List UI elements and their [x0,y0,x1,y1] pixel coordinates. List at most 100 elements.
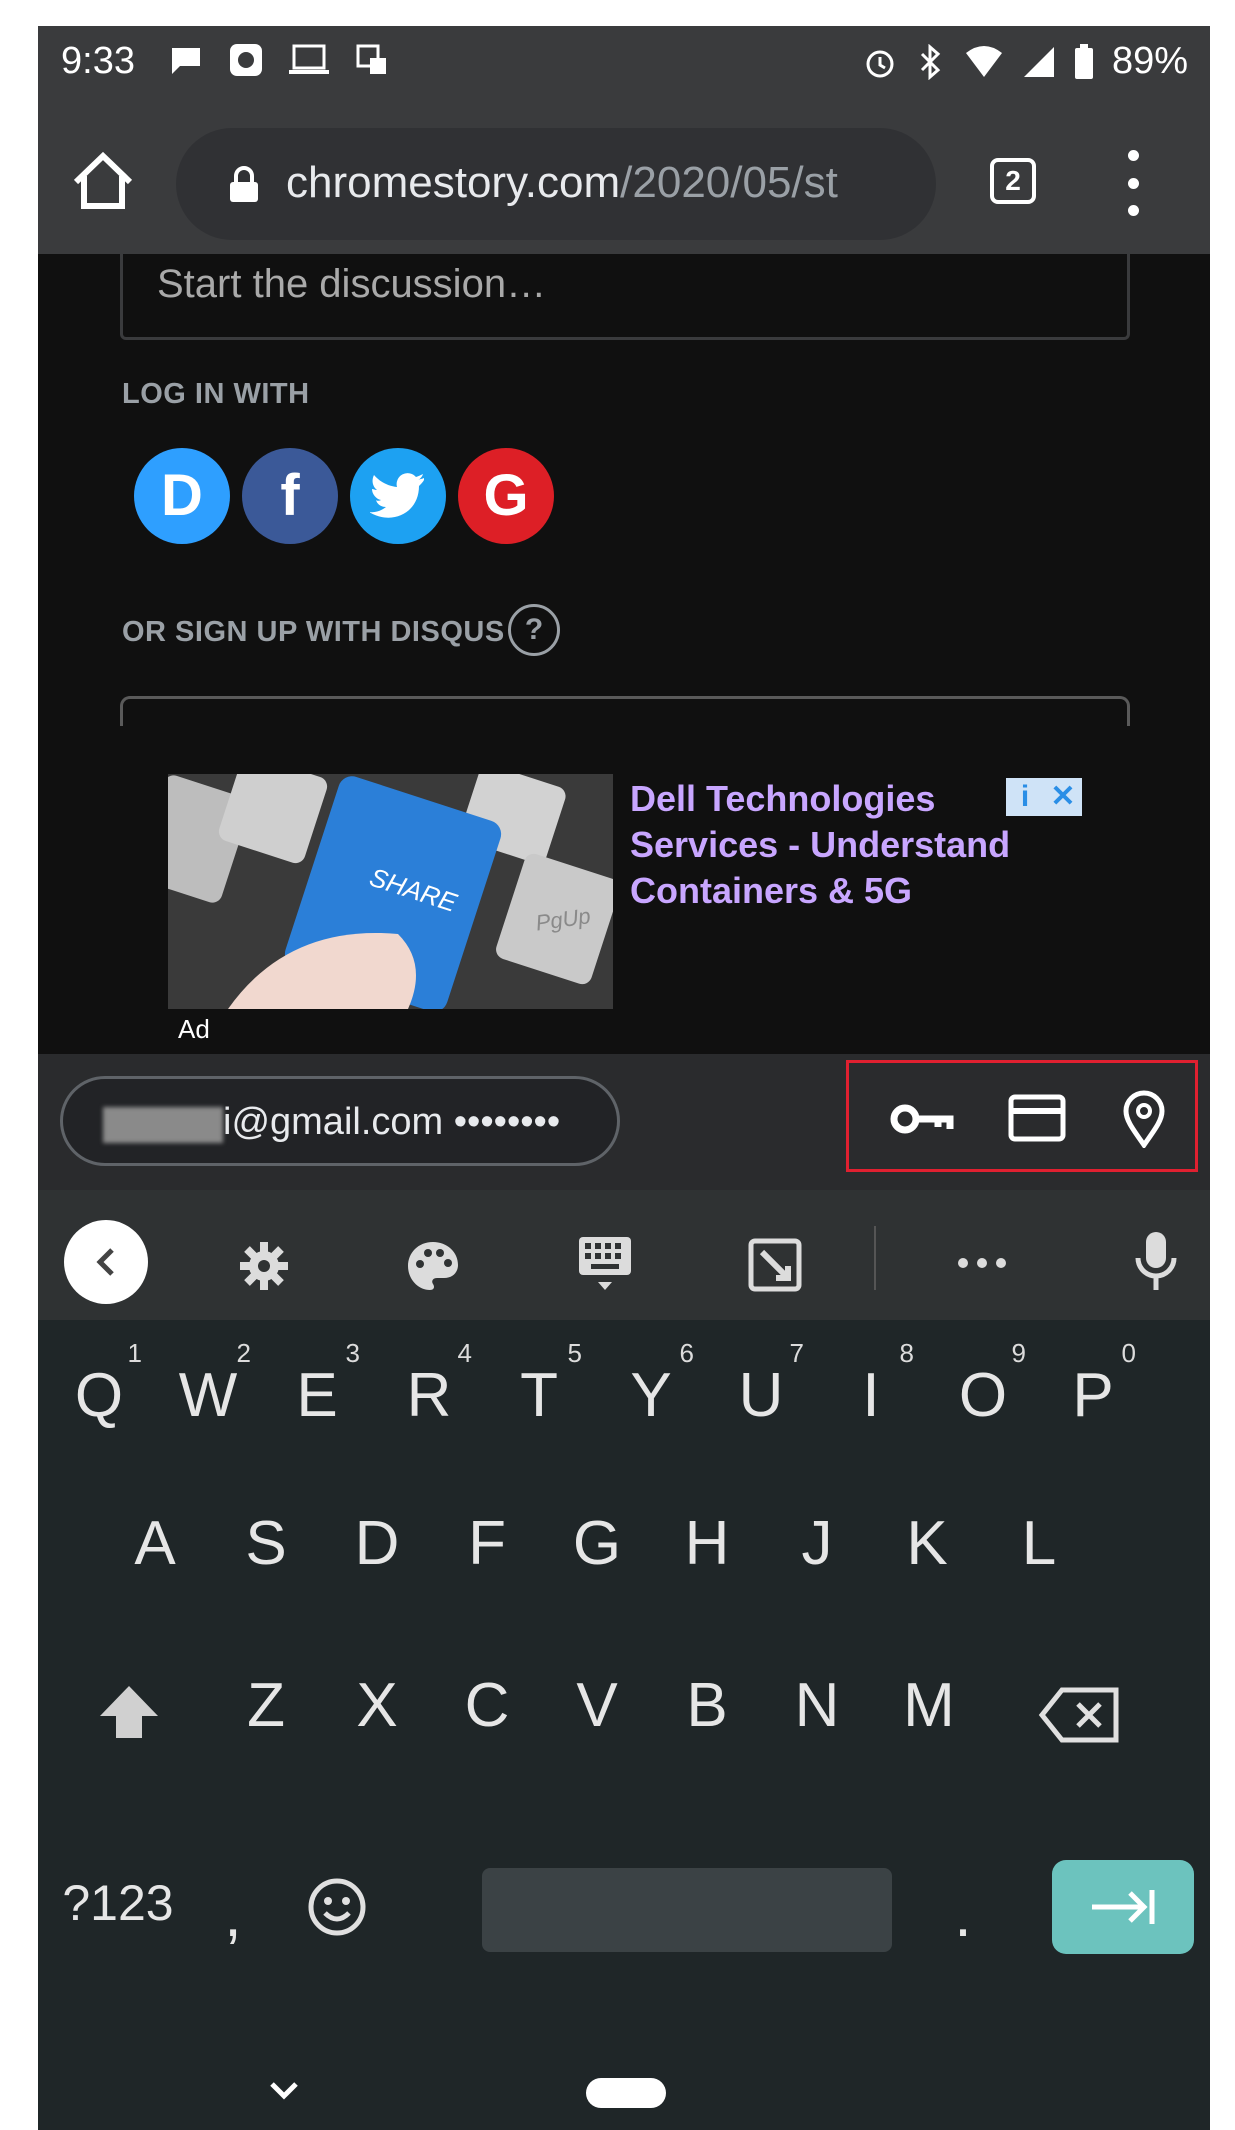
key-t[interactable]: T5 [494,1338,584,1431]
symbols-key[interactable]: ?123 [58,1874,178,1932]
key-j[interactable]: J [772,1508,862,1579]
collapse-toolbar-button[interactable] [64,1220,148,1304]
key-u[interactable]: U7 [716,1338,806,1431]
location-pin-icon[interactable] [1122,1090,1166,1148]
facebook-login-button[interactable]: f [242,448,338,544]
gear-icon[interactable] [238,1240,290,1292]
name-field[interactable] [120,696,1130,726]
lock-icon [230,166,258,202]
home-gesture-handle[interactable] [586,2078,666,2108]
key-q[interactable]: Q1 [54,1338,144,1431]
discussion-input[interactable]: Start the discussion… [120,244,1130,340]
keyboard-icon[interactable] [576,1234,634,1294]
key-k[interactable]: K [882,1508,972,1579]
key-c[interactable]: C [442,1670,532,1741]
keyboard: Q1 W2 E3 R4 T5 Y6 U7 I8 O9 P0 A S D F G … [38,1320,1210,2130]
key-a[interactable]: A [110,1508,200,1579]
help-icon[interactable]: ? [508,604,560,656]
key-e-num: 3 [345,1338,360,1368]
key-i[interactable]: I8 [826,1338,916,1431]
key-i-label: I [862,1361,880,1430]
key-u-num: 7 [789,1338,804,1368]
key-s[interactable]: S [221,1508,311,1579]
wifi-icon [965,45,1002,77]
page-content: Start the discussion… LOG IN WITH D f G … [38,244,1210,1054]
facebook-letter: f [280,463,300,528]
spacebar[interactable] [482,1868,892,1952]
discussion-placeholder: Start the discussion… [157,262,547,306]
screenshot-tool-icon[interactable] [748,1238,802,1292]
period-key[interactable]: . [918,1880,1008,1951]
key-v[interactable]: V [552,1670,642,1741]
ad-close-icon[interactable]: ✕ [1044,778,1082,816]
key-r[interactable]: R4 [384,1338,474,1431]
credit-card-icon[interactable] [1008,1094,1066,1142]
key-t-label: T [520,1361,558,1430]
ad-choices[interactable]: i ✕ [1006,778,1082,816]
key-z[interactable]: Z [221,1670,311,1741]
key-n[interactable]: N [772,1670,862,1741]
overflow-menu-icon[interactable] [1118,150,1148,216]
key-o[interactable]: O9 [938,1338,1028,1431]
palette-icon[interactable] [406,1240,460,1292]
omnibox[interactable]: chromestory.com/2020/05/st [176,128,936,240]
bluetooth-icon [920,43,941,80]
enter-key[interactable] [1052,1860,1194,1954]
google-letter: G [483,463,529,528]
battery-icon [1074,43,1093,79]
keyboard-photo: SHARE PgUp [168,774,613,1009]
key-p-num: 0 [1121,1338,1136,1368]
autofill-bar: i@gmail.com •••••••• [38,1054,1210,1190]
url-text: chromestory.com/2020/05/st [286,158,906,208]
key-q-label: Q [74,1361,124,1430]
status-time: 9:33 [61,40,135,82]
toolbar-divider [874,1226,876,1290]
keyboard-toolbar [38,1190,1210,1320]
message-icon [172,48,200,74]
home-icon[interactable] [68,146,138,216]
redacted-username [103,1107,223,1143]
key-o-num: 9 [1011,1338,1026,1368]
shift-icon[interactable] [96,1682,162,1742]
key-x[interactable]: X [332,1670,422,1741]
ad-image[interactable]: SHARE PgUp [168,774,613,1009]
laptop-icon [289,44,329,74]
chevron-down-icon[interactable] [264,2076,304,2104]
key-y[interactable]: Y6 [606,1338,696,1431]
chip-text: i@gmail.com •••••••• [223,1101,560,1144]
key-w-num: 2 [236,1338,251,1368]
key-y-num: 6 [679,1338,694,1368]
key-h[interactable]: H [662,1508,752,1579]
tab-switcher-button[interactable]: 2 [990,158,1036,204]
key-g[interactable]: G [552,1508,642,1579]
disqus-login-button[interactable]: D [134,448,230,544]
key-d[interactable]: D [332,1508,422,1579]
app-icon [230,44,262,76]
backspace-icon[interactable] [1038,1686,1122,1744]
google-login-button[interactable]: G [458,448,554,544]
signup-label: OR SIGN UP WITH DISQUS [122,616,505,648]
url-path: /2020/05/st [620,158,838,207]
more-icon[interactable] [956,1256,1008,1270]
key-w[interactable]: W2 [163,1338,253,1431]
password-suggestion-chip[interactable]: i@gmail.com •••••••• [60,1076,620,1166]
ad-headline[interactable]: Dell Technologies Services - Understand … [630,776,1050,914]
key-f[interactable]: F [442,1508,532,1579]
twitter-login-button[interactable] [350,448,446,544]
microphone-icon[interactable] [1134,1230,1178,1294]
phone-screen: 9:33 89% chromestory.com/2020/05/st 2 St… [38,26,1210,2130]
browser-toolbar: chromestory.com/2020/05/st 2 [38,106,1210,254]
key-icon[interactable] [890,1098,954,1140]
key-e[interactable]: E3 [272,1338,362,1431]
emoji-icon[interactable] [306,1876,368,1938]
key-l[interactable]: L [994,1508,1084,1579]
key-y-label: Y [630,1361,672,1430]
key-b[interactable]: B [662,1670,752,1741]
key-p[interactable]: P0 [1048,1338,1138,1431]
key-m[interactable]: M [884,1670,974,1741]
twitter-bird-icon [369,473,424,518]
chevron-left-icon [96,1248,114,1276]
ad-info-icon[interactable]: i [1006,778,1044,816]
key-w-label: W [178,1361,238,1430]
comma-key[interactable]: , [188,1880,278,1951]
